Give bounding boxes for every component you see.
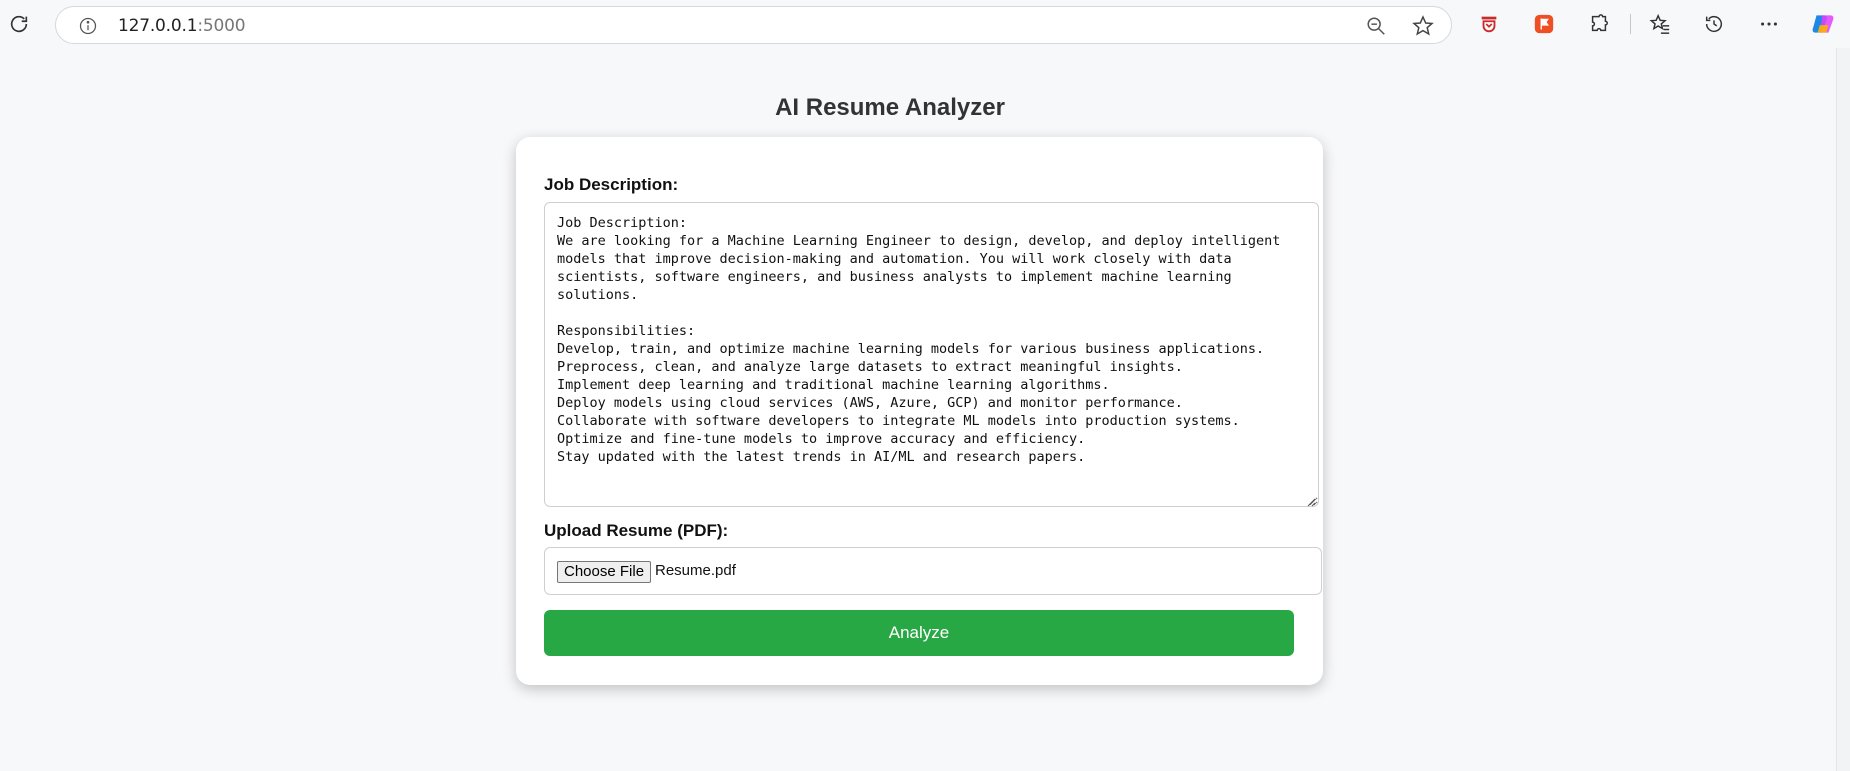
job-description-label: Job Description: [544, 175, 679, 194]
selected-file-name: Resume.pdf [655, 562, 736, 579]
analyze-button[interactable]: Analyze [544, 610, 1294, 656]
address-bar[interactable]: 127.0.0.1:5000 [55, 6, 1452, 44]
reload-icon[interactable] [3, 8, 35, 40]
browser-toolbar: 127.0.0.1:5000 [0, 0, 1850, 48]
resume-file-input[interactable]: Choose File Resume.pdf [544, 547, 1322, 595]
analyzer-form-card: Job Description: Job Description: We are… [516, 137, 1323, 685]
history-icon[interactable] [1698, 8, 1730, 40]
url-port: :5000 [197, 16, 246, 36]
browser-side-edge [1836, 48, 1850, 771]
zoom-out-icon[interactable] [1365, 15, 1387, 42]
url-text: 127.0.0.1:5000 [118, 16, 246, 36]
copilot-icon[interactable] [1807, 8, 1839, 40]
more-options-icon[interactable] [1753, 8, 1785, 40]
favorite-star-icon[interactable] [1411, 14, 1435, 43]
page-title: AI Resume Analyzer [775, 94, 1005, 121]
upload-resume-label: Upload Resume (PDF): [544, 521, 729, 540]
favorites-icon[interactable] [1644, 8, 1676, 40]
toolbar-divider [1630, 14, 1631, 34]
extensions-puzzle-icon[interactable] [1583, 8, 1615, 40]
orange-extension-icon[interactable] [1528, 8, 1560, 40]
pocket-extension-icon[interactable] [1473, 8, 1505, 40]
job-description-textarea[interactable]: Job Description: We are looking for a Ma… [544, 202, 1319, 507]
site-info-icon[interactable] [78, 16, 98, 41]
url-host: 127.0.0.1 [118, 16, 198, 36]
choose-file-button[interactable]: Choose File [557, 561, 652, 583]
